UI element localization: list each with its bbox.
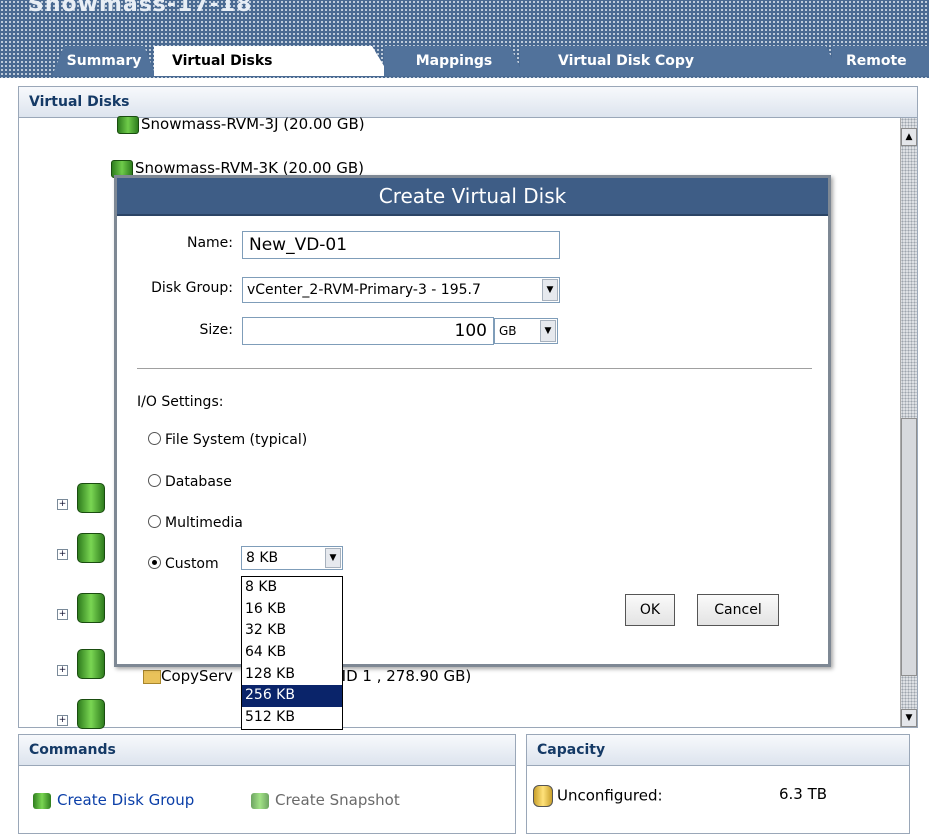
disk-group-icon	[77, 593, 105, 623]
expand-toggle[interactable]: +	[57, 549, 68, 560]
storage-icon	[533, 785, 553, 807]
commands-panel: Commands Create Disk Group Create Snapsh…	[18, 734, 516, 834]
disk-group-icon	[33, 792, 51, 809]
folder-icon	[143, 669, 161, 684]
scroll-down-button[interactable]: ▼	[901, 709, 917, 727]
name-label: Name:	[186, 235, 233, 251]
tree-row-label: CopyServ	[161, 667, 233, 685]
disk-group-icon	[77, 649, 105, 679]
unconfigured-label: Unconfigured:	[557, 786, 663, 805]
virtual-disks-panel-title: Virtual Disks	[19, 87, 917, 118]
radio-database[interactable]: Database	[148, 473, 232, 490]
section-divider	[137, 368, 812, 369]
tree-row-rvm-3j[interactable]: Snowmass-RVM-3J (20.00 GB)	[117, 115, 365, 134]
chevron-down-icon[interactable]: ▼	[542, 279, 558, 301]
commands-panel-title: Commands	[19, 735, 515, 766]
tab-mappings-label: Mappings	[415, 53, 493, 69]
tab-summary[interactable]: Summary	[52, 46, 156, 76]
snapshot-icon	[251, 792, 269, 809]
radio-file-system[interactable]: File System (typical)	[148, 431, 308, 448]
disk-group-value: vCenter_2-RVM-Primary-3 - 195.7	[247, 282, 481, 298]
disk-group-icon	[77, 533, 105, 563]
dropdown-option[interactable]: 32 KB	[242, 620, 342, 642]
radio-custom[interactable]: Custom	[148, 555, 219, 572]
tab-summary-label: Summary	[66, 53, 142, 69]
tab-virtual-disk-copy-label: Virtual Disk Copy	[558, 53, 695, 69]
virtual-disk-icon	[117, 115, 139, 134]
size-label: Size:	[199, 322, 233, 338]
dropdown-option[interactable]: 8 KB	[242, 577, 342, 599]
cancel-button[interactable]: Cancel	[697, 594, 779, 626]
radio-label: Custom	[165, 556, 219, 572]
scroll-thumb[interactable]	[901, 418, 917, 676]
disk-group-icon	[77, 483, 105, 513]
radio-label: Multimedia	[165, 515, 243, 531]
radio-icon[interactable]	[148, 555, 161, 569]
capacity-panel: Capacity Unconfigured: 6.3 TB	[526, 734, 910, 834]
create-snapshot-label: Create Snapshot	[275, 791, 400, 809]
tab-remote[interactable]: Remote	[832, 46, 929, 76]
custom-size-value: 8 KB	[246, 550, 279, 566]
array-title: Snowmass-17-18	[28, 0, 253, 17]
expand-toggle[interactable]: +	[57, 715, 68, 726]
radio-label: Database	[165, 474, 232, 490]
radio-icon[interactable]	[148, 431, 161, 445]
size-input[interactable]	[242, 317, 494, 345]
ok-button[interactable]: OK	[625, 594, 675, 626]
create-disk-group-label: Create Disk Group	[57, 791, 195, 809]
scroll-up-button[interactable]: ▲	[901, 128, 917, 146]
radio-label: File System (typical)	[165, 432, 308, 448]
dropdown-option[interactable]: 128 KB	[242, 664, 342, 686]
disk-group-select[interactable]: vCenter_2-RVM-Primary-3 - 195.7 ▼	[242, 277, 560, 303]
create-virtual-disk-dialog: Create Virtual Disk Name: Disk Group: vC…	[114, 175, 831, 667]
vertical-scrollbar[interactable]: ▲ ▼	[900, 118, 917, 727]
create-disk-group-link[interactable]: Create Disk Group	[33, 791, 194, 809]
expand-toggle[interactable]: +	[57, 609, 68, 620]
tab-virtual-disks[interactable]: Virtual Disks	[154, 46, 390, 76]
dropdown-option[interactable]: 16 KB	[242, 599, 342, 621]
tab-mappings[interactable]: Mappings	[384, 46, 524, 76]
dialog-title: Create Virtual Disk	[117, 178, 828, 216]
tab-remote-label: Remote	[846, 53, 907, 69]
app-header: Snowmass-17-18 Summary Virtual Disks Map…	[0, 0, 929, 78]
dropdown-option[interactable]: 512 KB	[242, 707, 342, 729]
chevron-down-icon[interactable]: ▼	[540, 320, 556, 342]
chevron-down-icon[interactable]: ▼	[325, 548, 341, 568]
create-snapshot-link[interactable]: Create Snapshot	[251, 791, 400, 809]
size-unit-select[interactable]: GB ▼	[494, 318, 558, 344]
capacity-panel-title: Capacity	[527, 735, 909, 766]
tab-virtual-disk-copy[interactable]: Virtual Disk Copy	[520, 46, 840, 76]
dropdown-option[interactable]: 64 KB	[242, 642, 342, 664]
size-unit-value: GB	[499, 324, 517, 338]
radio-multimedia[interactable]: Multimedia	[148, 514, 243, 531]
tree-row-label: Snowmass-RVM-3J (20.00 GB)	[141, 115, 365, 133]
unconfigured-value: 6.3 TB	[779, 785, 828, 803]
expand-toggle[interactable]: +	[57, 665, 68, 676]
disk-group-label: Disk Group:	[151, 280, 233, 296]
disk-group-icon	[77, 699, 105, 729]
expand-toggle[interactable]: +	[57, 499, 68, 510]
name-input[interactable]	[242, 231, 560, 259]
custom-size-dropdown-list: 8 KB 16 KB 32 KB 64 KB 128 KB 256 KB 512…	[241, 576, 343, 730]
custom-size-select[interactable]: 8 KB ▼	[241, 546, 343, 570]
tab-virtual-disks-label: Virtual Disks	[172, 53, 273, 69]
io-settings-label: I/O Settings:	[137, 394, 224, 410]
radio-icon[interactable]	[148, 514, 161, 528]
tab-bar: Summary Virtual Disks Mappings Virtual D…	[0, 46, 929, 76]
radio-icon[interactable]	[148, 473, 161, 487]
unconfigured-row: Unconfigured:	[533, 785, 663, 807]
dropdown-option-selected[interactable]: 256 KB	[242, 685, 342, 708]
